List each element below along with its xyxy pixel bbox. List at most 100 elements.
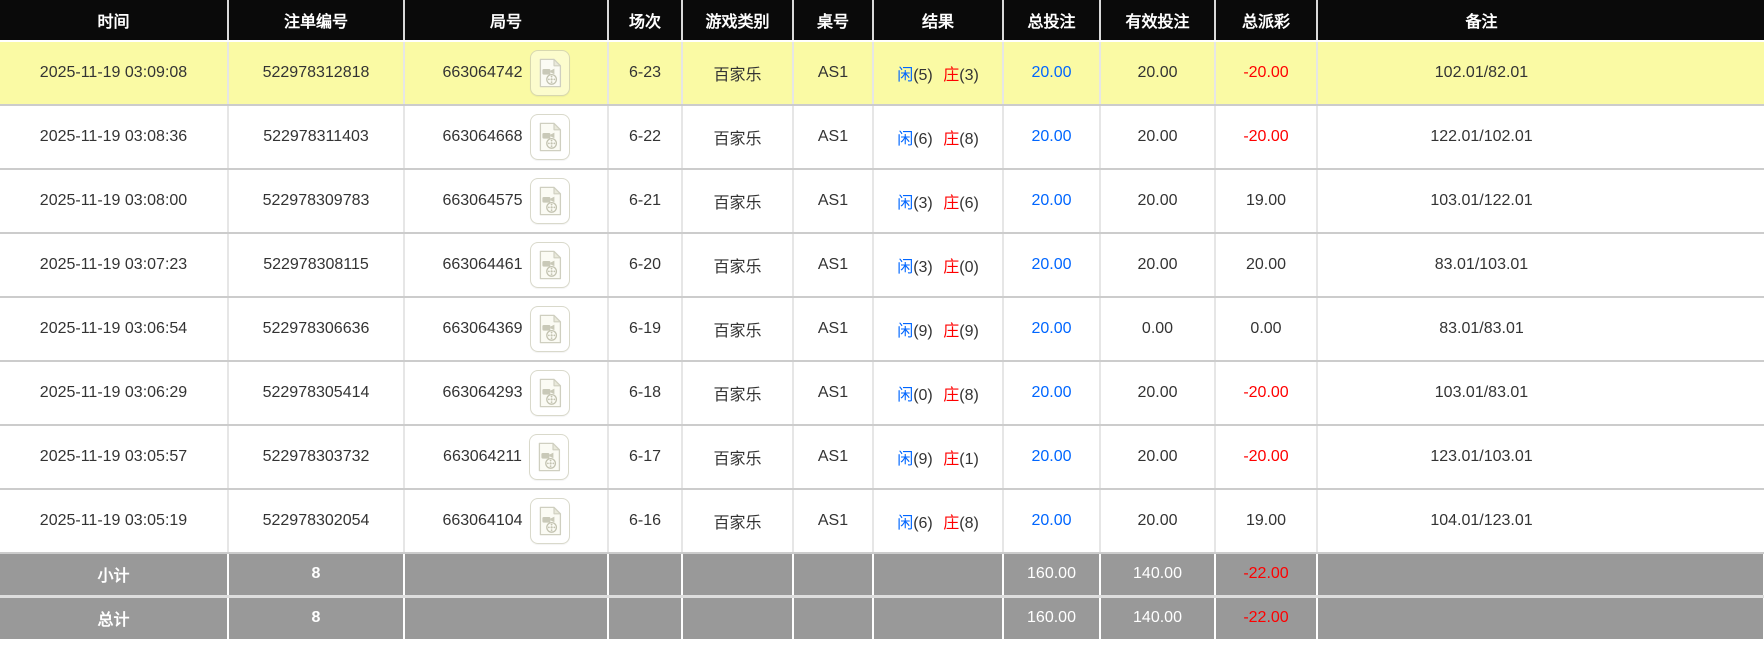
- result-cell: 闲(0) 庄(8): [873, 361, 1004, 426]
- result-cell: 闲(3) 庄(6): [873, 169, 1004, 234]
- bet-number-cell: 522978306636: [228, 297, 405, 362]
- remark-cell: 102.01/82.01: [1317, 41, 1764, 106]
- banker-result: 庄(1): [943, 451, 979, 468]
- player-result: 闲(9): [897, 323, 933, 340]
- summary-label-cell: 小计: [0, 553, 229, 598]
- table-number-cell: AS1: [793, 361, 874, 426]
- column-header-total_bet: 总投注: [1003, 0, 1101, 42]
- table-row[interactable]: 2025-11-19 03:07:23 522978308115 6630644…: [0, 233, 1764, 298]
- session-cell: 6-23: [608, 41, 683, 106]
- summary-row: 总计 8 160.00 140.00 -22.00: [0, 596, 1764, 639]
- video-replay-button[interactable]: [529, 114, 570, 160]
- banker-result: 庄(3): [943, 67, 979, 84]
- total-bet-cell: 20.00: [1003, 169, 1101, 234]
- summary-total-bet-cell: 160.00: [1003, 596, 1101, 639]
- game-type-cell: 百家乐: [682, 233, 794, 298]
- result-cell: 闲(6) 庄(8): [873, 489, 1004, 554]
- table-number-cell: AS1: [793, 233, 874, 298]
- video-file-icon: [538, 442, 560, 472]
- valid-bet-cell: 20.00: [1100, 169, 1216, 234]
- table-row[interactable]: 2025-11-19 03:06:54 522978306636 6630643…: [0, 297, 1764, 362]
- time-cell: 2025-11-19 03:05:19: [0, 489, 229, 554]
- column-header-valid_bet: 有效投注: [1100, 0, 1216, 42]
- video-file-icon: [539, 122, 561, 152]
- bet-number-cell: 522978302054: [228, 489, 405, 554]
- valid-bet-cell: 20.00: [1100, 489, 1216, 554]
- round-number-cell: 663064211: [404, 425, 609, 490]
- remark-cell: 83.01/103.01: [1317, 233, 1764, 298]
- payout-cell: -20.00: [1215, 361, 1318, 426]
- video-replay-button[interactable]: [529, 178, 570, 224]
- time-cell: 2025-11-19 03:08:36: [0, 105, 229, 170]
- summary-label-cell: 总计: [0, 596, 229, 639]
- summary-valid-bet-cell: 140.00: [1100, 596, 1216, 639]
- session-cell: 6-21: [608, 169, 683, 234]
- remark-cell: 123.01/103.01: [1317, 425, 1764, 490]
- video-file-icon: [539, 378, 561, 408]
- column-header-session: 场次: [608, 0, 683, 42]
- video-replay-button[interactable]: [529, 370, 570, 416]
- valid-bet-cell: 0.00: [1100, 297, 1216, 362]
- table-row[interactable]: 2025-11-19 03:09:08 522978312818 6630647…: [0, 41, 1764, 106]
- video-replay-button[interactable]: [529, 242, 570, 288]
- time-cell: 2025-11-19 03:09:08: [0, 41, 229, 106]
- player-result: 闲(3): [897, 195, 933, 212]
- video-replay-button[interactable]: [528, 434, 569, 480]
- banker-result: 庄(8): [943, 387, 979, 404]
- bet-number-cell: 522978311403: [228, 105, 405, 170]
- table-row[interactable]: 2025-11-19 03:08:36 522978311403 6630646…: [0, 105, 1764, 170]
- session-cell: 6-19: [608, 297, 683, 362]
- payout-cell: 20.00: [1215, 233, 1318, 298]
- valid-bet-cell: 20.00: [1100, 361, 1216, 426]
- player-result: 闲(9): [897, 451, 933, 468]
- column-header-bet_no: 注单编号: [228, 0, 405, 42]
- player-result: 闲(0): [897, 387, 933, 404]
- game-type-cell: 百家乐: [682, 489, 794, 554]
- round-number-cell: 663064575: [404, 169, 609, 234]
- table-row[interactable]: 2025-11-19 03:08:00 522978309783 6630645…: [0, 169, 1764, 234]
- payout-cell: 19.00: [1215, 169, 1318, 234]
- remark-cell: 103.01/83.01: [1317, 361, 1764, 426]
- round-number-cell: 663064293: [404, 361, 609, 426]
- game-type-cell: 百家乐: [682, 41, 794, 106]
- banker-result: 庄(6): [943, 195, 979, 212]
- time-cell: 2025-11-19 03:06:54: [0, 297, 229, 362]
- valid-bet-cell: 20.00: [1100, 233, 1216, 298]
- summary-count-cell: 8: [228, 596, 405, 639]
- total-bet-cell: 20.00: [1003, 425, 1101, 490]
- valid-bet-cell: 20.00: [1100, 105, 1216, 170]
- table-row[interactable]: 2025-11-19 03:05:19 522978302054 6630641…: [0, 489, 1764, 554]
- valid-bet-cell: 20.00: [1100, 41, 1216, 106]
- player-result: 闲(5): [897, 67, 933, 84]
- summary-payout-cell: -22.00: [1215, 553, 1318, 598]
- summary-valid-bet-cell: 140.00: [1100, 553, 1216, 598]
- game-type-cell: 百家乐: [682, 425, 794, 490]
- remark-cell: 83.01/83.01: [1317, 297, 1764, 362]
- valid-bet-cell: 20.00: [1100, 425, 1216, 490]
- result-cell: 闲(6) 庄(8): [873, 105, 1004, 170]
- player-result: 闲(6): [897, 131, 933, 148]
- round-number-cell: 663064369: [404, 297, 609, 362]
- bet-number-cell: 522978309783: [228, 169, 405, 234]
- summary-count-cell: 8: [228, 553, 405, 598]
- round-number-cell: 663064461: [404, 233, 609, 298]
- video-file-icon: [539, 506, 561, 536]
- column-header-time: 时间: [0, 0, 229, 42]
- video-file-icon: [539, 314, 561, 344]
- remark-cell: 104.01/123.01: [1317, 489, 1764, 554]
- bet-records-page: 时间 注单编号 局号 场次 游戏类别 桌号 结果 总投注 有效投注 总派彩 备注 2025-11-1…: [0, 0, 1764, 661]
- table-number-cell: AS1: [793, 297, 874, 362]
- video-replay-button[interactable]: [529, 498, 570, 544]
- session-cell: 6-18: [608, 361, 683, 426]
- video-replay-button[interactable]: [529, 50, 570, 96]
- session-cell: 6-20: [608, 233, 683, 298]
- column-header-game_type: 游戏类别: [682, 0, 794, 42]
- video-file-icon: [539, 186, 561, 216]
- video-replay-button[interactable]: [529, 306, 570, 352]
- summary-payout-cell: -22.00: [1215, 596, 1318, 639]
- table-row[interactable]: 2025-11-19 03:05:57 522978303732 6630642…: [0, 425, 1764, 490]
- remark-cell: 122.01/102.01: [1317, 105, 1764, 170]
- table-row[interactable]: 2025-11-19 03:06:29 522978305414 6630642…: [0, 361, 1764, 426]
- session-cell: 6-22: [608, 105, 683, 170]
- summary-total-bet-cell: 160.00: [1003, 553, 1101, 598]
